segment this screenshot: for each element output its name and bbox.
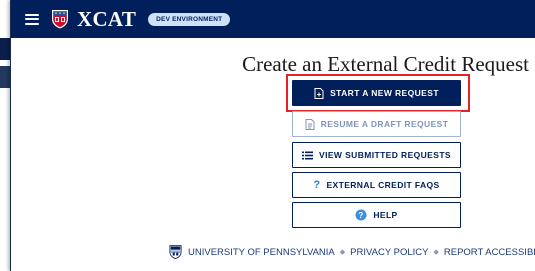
- start-new-request-button[interactable]: START A NEW REQUEST: [292, 80, 461, 106]
- file-plus-icon: [314, 87, 324, 99]
- question-mark-icon: ?: [313, 179, 321, 191]
- help-button[interactable]: ? HELP: [292, 202, 461, 228]
- footer: UNIVERSITY OF PENNSYLVANIA ◆ PRIVACY POL…: [169, 245, 535, 259]
- app-window: XCAT DEV ENVIRONMENT Create an External …: [10, 0, 535, 271]
- privacy-policy-link[interactable]: PRIVACY POLICY: [350, 247, 428, 258]
- report-accessibility-link[interactable]: REPORT ACCESSIBILITY IS: [444, 247, 535, 258]
- view-submitted-requests-button[interactable]: VIEW SUBMITTED REQUESTS: [292, 142, 461, 168]
- environment-badge: DEV ENVIRONMENT: [148, 12, 231, 26]
- top-navigation-bar: XCAT DEV ENVIRONMENT: [11, 0, 535, 38]
- help-circle-icon: ?: [355, 209, 367, 221]
- penn-shield-icon: [169, 245, 182, 259]
- help-label: HELP: [373, 210, 398, 220]
- external-credit-faqs-button[interactable]: ? EXTERNAL CREDIT FAQS: [292, 172, 461, 198]
- resume-draft-request-label: RESUME A DRAFT REQUEST: [320, 119, 449, 129]
- start-new-request-label: START A NEW REQUEST: [330, 88, 439, 98]
- university-link[interactable]: UNIVERSITY OF PENNSYLVANIA: [188, 247, 335, 258]
- app-name[interactable]: XCAT: [77, 7, 136, 32]
- view-submitted-requests-label: VIEW SUBMITTED REQUESTS: [319, 150, 451, 160]
- resume-draft-request-button[interactable]: RESUME A DRAFT REQUEST: [292, 111, 461, 137]
- svg-text:?: ?: [359, 211, 364, 220]
- penn-shield-icon[interactable]: [51, 9, 69, 29]
- footer-separator: ◆: [339, 249, 346, 256]
- screen: XCAT DEV ENVIRONMENT Create an External …: [0, 0, 535, 271]
- hamburger-menu-icon[interactable]: [25, 13, 39, 25]
- footer-separator: ◆: [433, 249, 439, 256]
- external-credit-faqs-label: EXTERNAL CREDIT FAQS: [326, 180, 440, 190]
- file-text-icon: [305, 118, 315, 130]
- list-icon: [302, 151, 313, 160]
